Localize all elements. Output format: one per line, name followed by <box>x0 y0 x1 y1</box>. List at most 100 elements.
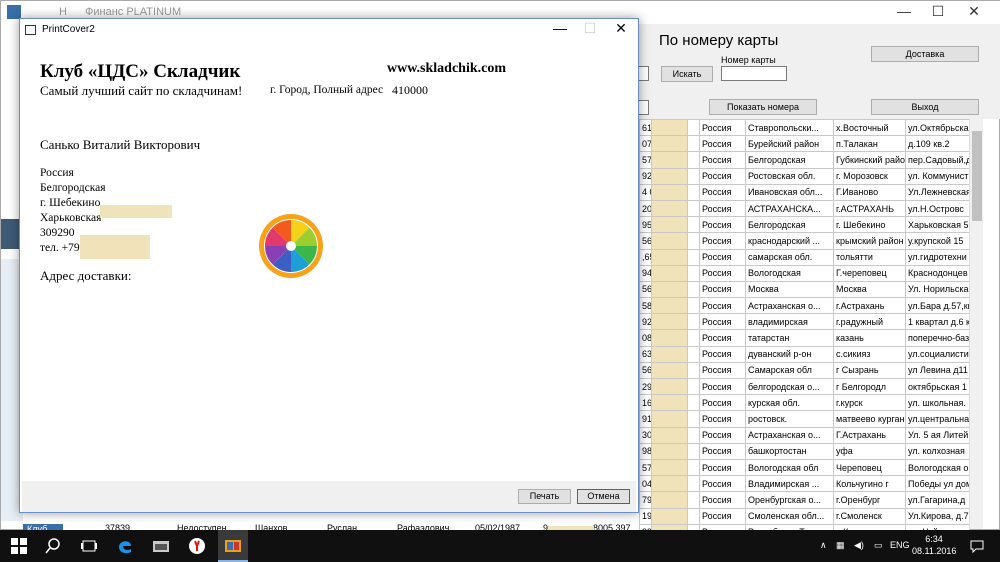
cell-country[interactable]: Россия <box>699 377 746 396</box>
cell-street[interactable]: ул.социалисти <box>905 345 970 363</box>
cell-id[interactable]: 982 <box>639 442 652 460</box>
cell-city[interactable]: г.Смоленск <box>833 507 906 525</box>
file-explorer-icon[interactable] <box>152 537 170 555</box>
cell-region[interactable]: Вологодская <box>745 264 834 282</box>
cell-street[interactable]: д.109 кв.2 <box>905 135 970 153</box>
cell-country[interactable]: Россия <box>699 135 746 153</box>
cell-region[interactable]: курская обл. <box>745 394 834 412</box>
cell[interactable] <box>687 491 700 509</box>
cell-street[interactable]: Победы ул дом <box>905 475 970 493</box>
cell-region[interactable]: Бурейский район <box>745 135 834 153</box>
cell-id[interactable]: 95 <box>639 216 652 234</box>
cell-id[interactable]: 926 <box>639 313 652 331</box>
cell[interactable] <box>687 183 700 201</box>
cell-region[interactable]: Белгородская <box>745 216 834 234</box>
cell-city[interactable]: г. Шебекино <box>833 216 906 234</box>
cell-country[interactable]: Россия <box>699 345 746 363</box>
cell-street[interactable]: 1 квартал д.6 к <box>905 313 970 331</box>
table-row[interactable]: 95 Россия Белгородская г. Шебекино Харьковск… <box>639 216 970 234</box>
cell-region[interactable]: Астраханская о... <box>745 426 834 444</box>
cell-id[interactable]: 63 <box>639 345 652 363</box>
cell-street[interactable]: Ул. 5 ая Литей <box>905 426 970 444</box>
cell-redacted[interactable] <box>651 232 688 250</box>
cell-country[interactable]: Россия <box>699 410 746 428</box>
cell-id[interactable]: 203 <box>639 199 652 218</box>
cell[interactable] <box>687 199 700 218</box>
cell-region[interactable]: самарская обл. <box>745 248 834 266</box>
cell-city[interactable]: г Белгородл <box>833 377 906 396</box>
delivery-button[interactable]: Доставка <box>871 46 979 62</box>
cell-region[interactable]: Астраханская о... <box>745 297 834 315</box>
notifications-icon[interactable] <box>968 537 986 555</box>
cell-country[interactable]: Россия <box>699 458 746 477</box>
cell-street[interactable]: Ул.Кирова, д.7 <box>905 507 970 525</box>
table-row[interactable]: 927 РоссияРостовская обл.г. Морозовскул. … <box>639 167 970 185</box>
cell-redacted[interactable] <box>651 345 688 363</box>
grid-scrollbar[interactable] <box>969 119 983 529</box>
tray-chevron-icon[interactable]: ∧ <box>820 540 827 551</box>
cell[interactable] <box>687 329 700 347</box>
cell[interactable] <box>687 345 700 363</box>
cell-redacted[interactable] <box>651 135 688 153</box>
table-row[interactable]: 303 РоссияАстраханская о...Г.АстраханьУл.… <box>639 426 970 444</box>
search-button[interactable]: Искать <box>661 66 713 82</box>
cell-country[interactable]: Россия <box>699 248 746 266</box>
cell-street[interactable]: поперечно-баз <box>905 329 970 347</box>
cell-redacted[interactable] <box>651 183 688 201</box>
cell-region[interactable]: Самарская обл <box>745 361 834 380</box>
cell-city[interactable]: Г.череповец <box>833 264 906 282</box>
cell-street[interactable]: ул.гидротехни <box>905 248 970 266</box>
cell-city[interactable]: Губкинский район <box>833 151 906 169</box>
cell-id[interactable]: 079 <box>639 135 652 153</box>
task-view-icon[interactable] <box>80 537 98 555</box>
cell-id[interactable]: 290 <box>639 377 652 396</box>
cell-region[interactable]: татарстан <box>745 329 834 347</box>
cell-country[interactable]: Россия <box>699 216 746 234</box>
cell-city[interactable]: Г.Астрахань <box>833 426 906 444</box>
volume-icon[interactable]: ◀) <box>854 540 864 551</box>
cell-region[interactable]: дуванский р-он <box>745 345 834 363</box>
cell-street[interactable]: ул.Бара д.57,кв <box>905 297 970 315</box>
cell-city[interactable]: Москва <box>833 280 906 299</box>
cell-city[interactable]: г Сызрань <box>833 361 906 380</box>
cell-region[interactable]: ростовск. <box>745 410 834 428</box>
cell-id[interactable]: 4 0 <box>639 183 652 201</box>
exit-button[interactable]: Выход <box>871 99 979 115</box>
cell[interactable] <box>687 216 700 234</box>
cell[interactable] <box>687 475 700 493</box>
cell-city[interactable]: п.Талакан <box>833 135 906 153</box>
cell-country[interactable]: Россия <box>699 232 746 250</box>
cell-id[interactable]: 946 <box>639 264 652 282</box>
cell[interactable] <box>687 297 700 315</box>
cell-street[interactable]: Харьковская 5 <box>905 216 970 234</box>
cell-country[interactable]: Россия <box>699 280 746 299</box>
cell[interactable] <box>687 410 700 428</box>
cell-country[interactable]: Россия <box>699 183 746 201</box>
active-app-highlight[interactable] <box>218 530 248 562</box>
table-row[interactable]: 919 Россияростовск.матвеево курганул.цент… <box>639 410 970 428</box>
cell-region[interactable]: белгородская о... <box>745 377 834 396</box>
cell-city[interactable]: Череповец <box>833 458 906 477</box>
cell-country[interactable]: Россия <box>699 475 746 493</box>
cell-id[interactable]: 56 <box>639 280 652 299</box>
print-button[interactable]: Печать <box>518 489 571 504</box>
table-row[interactable]: 617 РоссияСтавропольски...х.Восточныйул.О… <box>639 118 970 137</box>
start-icon[interactable] <box>10 537 28 555</box>
cell-country[interactable]: Россия <box>699 167 746 185</box>
table-row[interactable]: 584 РоссияАстраханская о...г.Астраханьул.… <box>639 297 970 315</box>
cell-city[interactable]: крымский район <box>833 232 906 250</box>
cell-region[interactable]: Оренбургская о... <box>745 491 834 509</box>
close-icon[interactable]: ✕ <box>606 20 636 40</box>
cell-city[interactable]: г.Оренбург <box>833 491 906 509</box>
cell[interactable] <box>687 280 700 299</box>
cell-street[interactable]: октябрьская 1 <box>905 377 970 396</box>
cell-id[interactable]: 303 <box>639 426 652 444</box>
cell[interactable] <box>687 361 700 380</box>
cell-city[interactable]: Г.Иваново <box>833 183 906 201</box>
table-row[interactable]: 926 Россиявладимирскаяг.радужный1 квартал… <box>639 313 970 331</box>
minimize-icon[interactable]: — <box>545 20 575 40</box>
cell-street[interactable]: ул. колхозная <box>905 442 970 460</box>
cell[interactable] <box>687 264 700 282</box>
cell-street[interactable]: ул.Октябрьска <box>905 118 970 137</box>
cell-country[interactable]: Россия <box>699 264 746 282</box>
